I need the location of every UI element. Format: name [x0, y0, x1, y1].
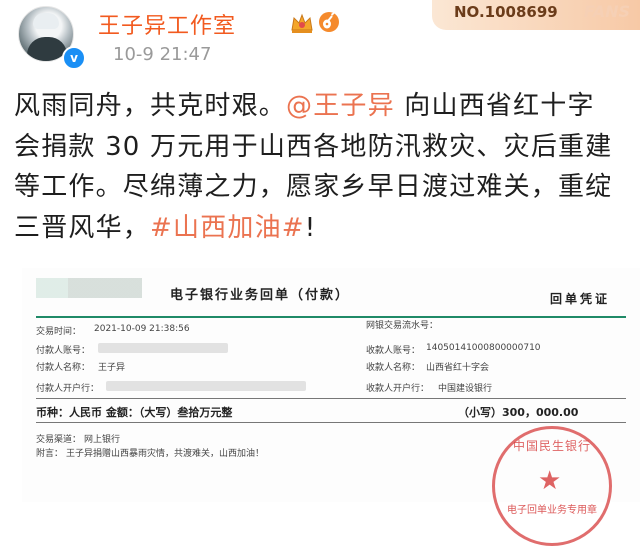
- payer-bank-label: 付款人开户行：: [36, 384, 100, 394]
- channel-label: 交易渠道：: [36, 435, 82, 445]
- receipt-line-top: [36, 398, 626, 399]
- post-text-segment: 会捐款 30 万元用于山西各地防汛救灾、灾后重建: [14, 131, 613, 162]
- trade-time-value: 2021-10-09 21:38:56: [94, 324, 190, 334]
- seal-star-icon: ★: [538, 466, 562, 496]
- post-body-line: 风雨同舟，共克时艰。@王子异 向山西省红十字: [14, 86, 634, 127]
- fans-number: NO.1008699: [454, 3, 558, 21]
- amount-small-value: 300，000.00: [502, 406, 579, 419]
- payee-bank-label: 收款人开户行：: [366, 384, 430, 394]
- payer-account-blurred: [98, 343, 228, 353]
- seal-bank-name: 中国民生银行: [513, 439, 592, 453]
- fans-label: FANS: [583, 2, 630, 21]
- post-text-segment: 三晋风华，: [14, 212, 151, 243]
- post-text-segment: !: [304, 212, 317, 243]
- post-body-line: 三晋风华，#山西加油#!: [14, 208, 634, 249]
- post-text-segment: 风雨同舟，共克时艰。: [14, 91, 287, 121]
- payee-account-value: 14050141000800000710: [426, 343, 541, 353]
- post-body-line: 会捐款 30 万元用于山西各地防汛救灾、灾后重建: [14, 127, 634, 168]
- mention-link[interactable]: @王子异: [286, 91, 395, 121]
- channel-value: 网上银行: [84, 435, 121, 445]
- payer-name-value: 王子异: [98, 363, 126, 373]
- post-text-segment: 向山西省红十字: [394, 91, 595, 121]
- guitar-badge-icon[interactable]: [318, 10, 340, 34]
- bank-seal-stamp: 中国民生银行 ★ 电子回单业务专用章: [492, 426, 612, 546]
- remark-value: 王子异捐赠山西暴雨灾情，共渡难关，山西加油！: [66, 449, 265, 459]
- payee-account-label: 收款人账号：: [366, 346, 421, 356]
- bank-receipt-image[interactable]: 电子银行业务回单（付款） 回单凭证 交易时间： 2021-10-09 21:38…: [22, 268, 640, 546]
- post-body: 风雨同舟，共克时艰。@王子异 向山西省红十字会捐款 30 万元用于山西各地防汛救…: [14, 86, 634, 248]
- amount-small-label: （小写）: [458, 406, 502, 419]
- payee-name-value: 山西省红十字会: [426, 363, 490, 373]
- crown-badge-icon[interactable]: [290, 12, 314, 34]
- author-name[interactable]: 王子异工作室: [98, 8, 236, 40]
- post-body-line: 等工作。尽绵薄之力，愿家乡早日渡过难关，重绽: [14, 167, 634, 208]
- bank-logo-blurred: [36, 278, 142, 298]
- serial-label: 网银交易流水号：: [366, 321, 439, 331]
- payee-name-label: 收款人名称：: [366, 363, 421, 373]
- post-timestamp: 10-9 21:47: [113, 44, 212, 65]
- verified-icon: v: [62, 46, 86, 70]
- fans-card[interactable]: NO.1008699 FANS: [432, 0, 640, 30]
- trade-time-label: 交易时间：: [36, 327, 82, 337]
- post-text-segment: 等工作。尽绵薄之力，愿家乡早日渡过难关，重绽: [14, 172, 613, 202]
- payer-account-label: 付款人账号：: [36, 346, 91, 356]
- receipt-line-bottom: [36, 422, 626, 423]
- remark-label: 附言：: [36, 449, 64, 459]
- hashtag-link[interactable]: #山西加油#: [150, 213, 305, 243]
- receipt-divider: [36, 316, 626, 318]
- payer-name-label: 付款人名称：: [36, 363, 91, 373]
- currency-amount: 币种：人民币 金额：（大写）叁拾万元整: [36, 406, 233, 419]
- seal-caption: 电子回单业务专用章: [507, 505, 597, 516]
- receipt-title: 电子银行业务回单（付款）: [170, 288, 351, 303]
- payer-bank-blurred: [106, 381, 306, 391]
- payee-bank-value: 中国建设银行: [438, 384, 493, 394]
- receipt-voucher-label: 回单凭证: [550, 292, 611, 306]
